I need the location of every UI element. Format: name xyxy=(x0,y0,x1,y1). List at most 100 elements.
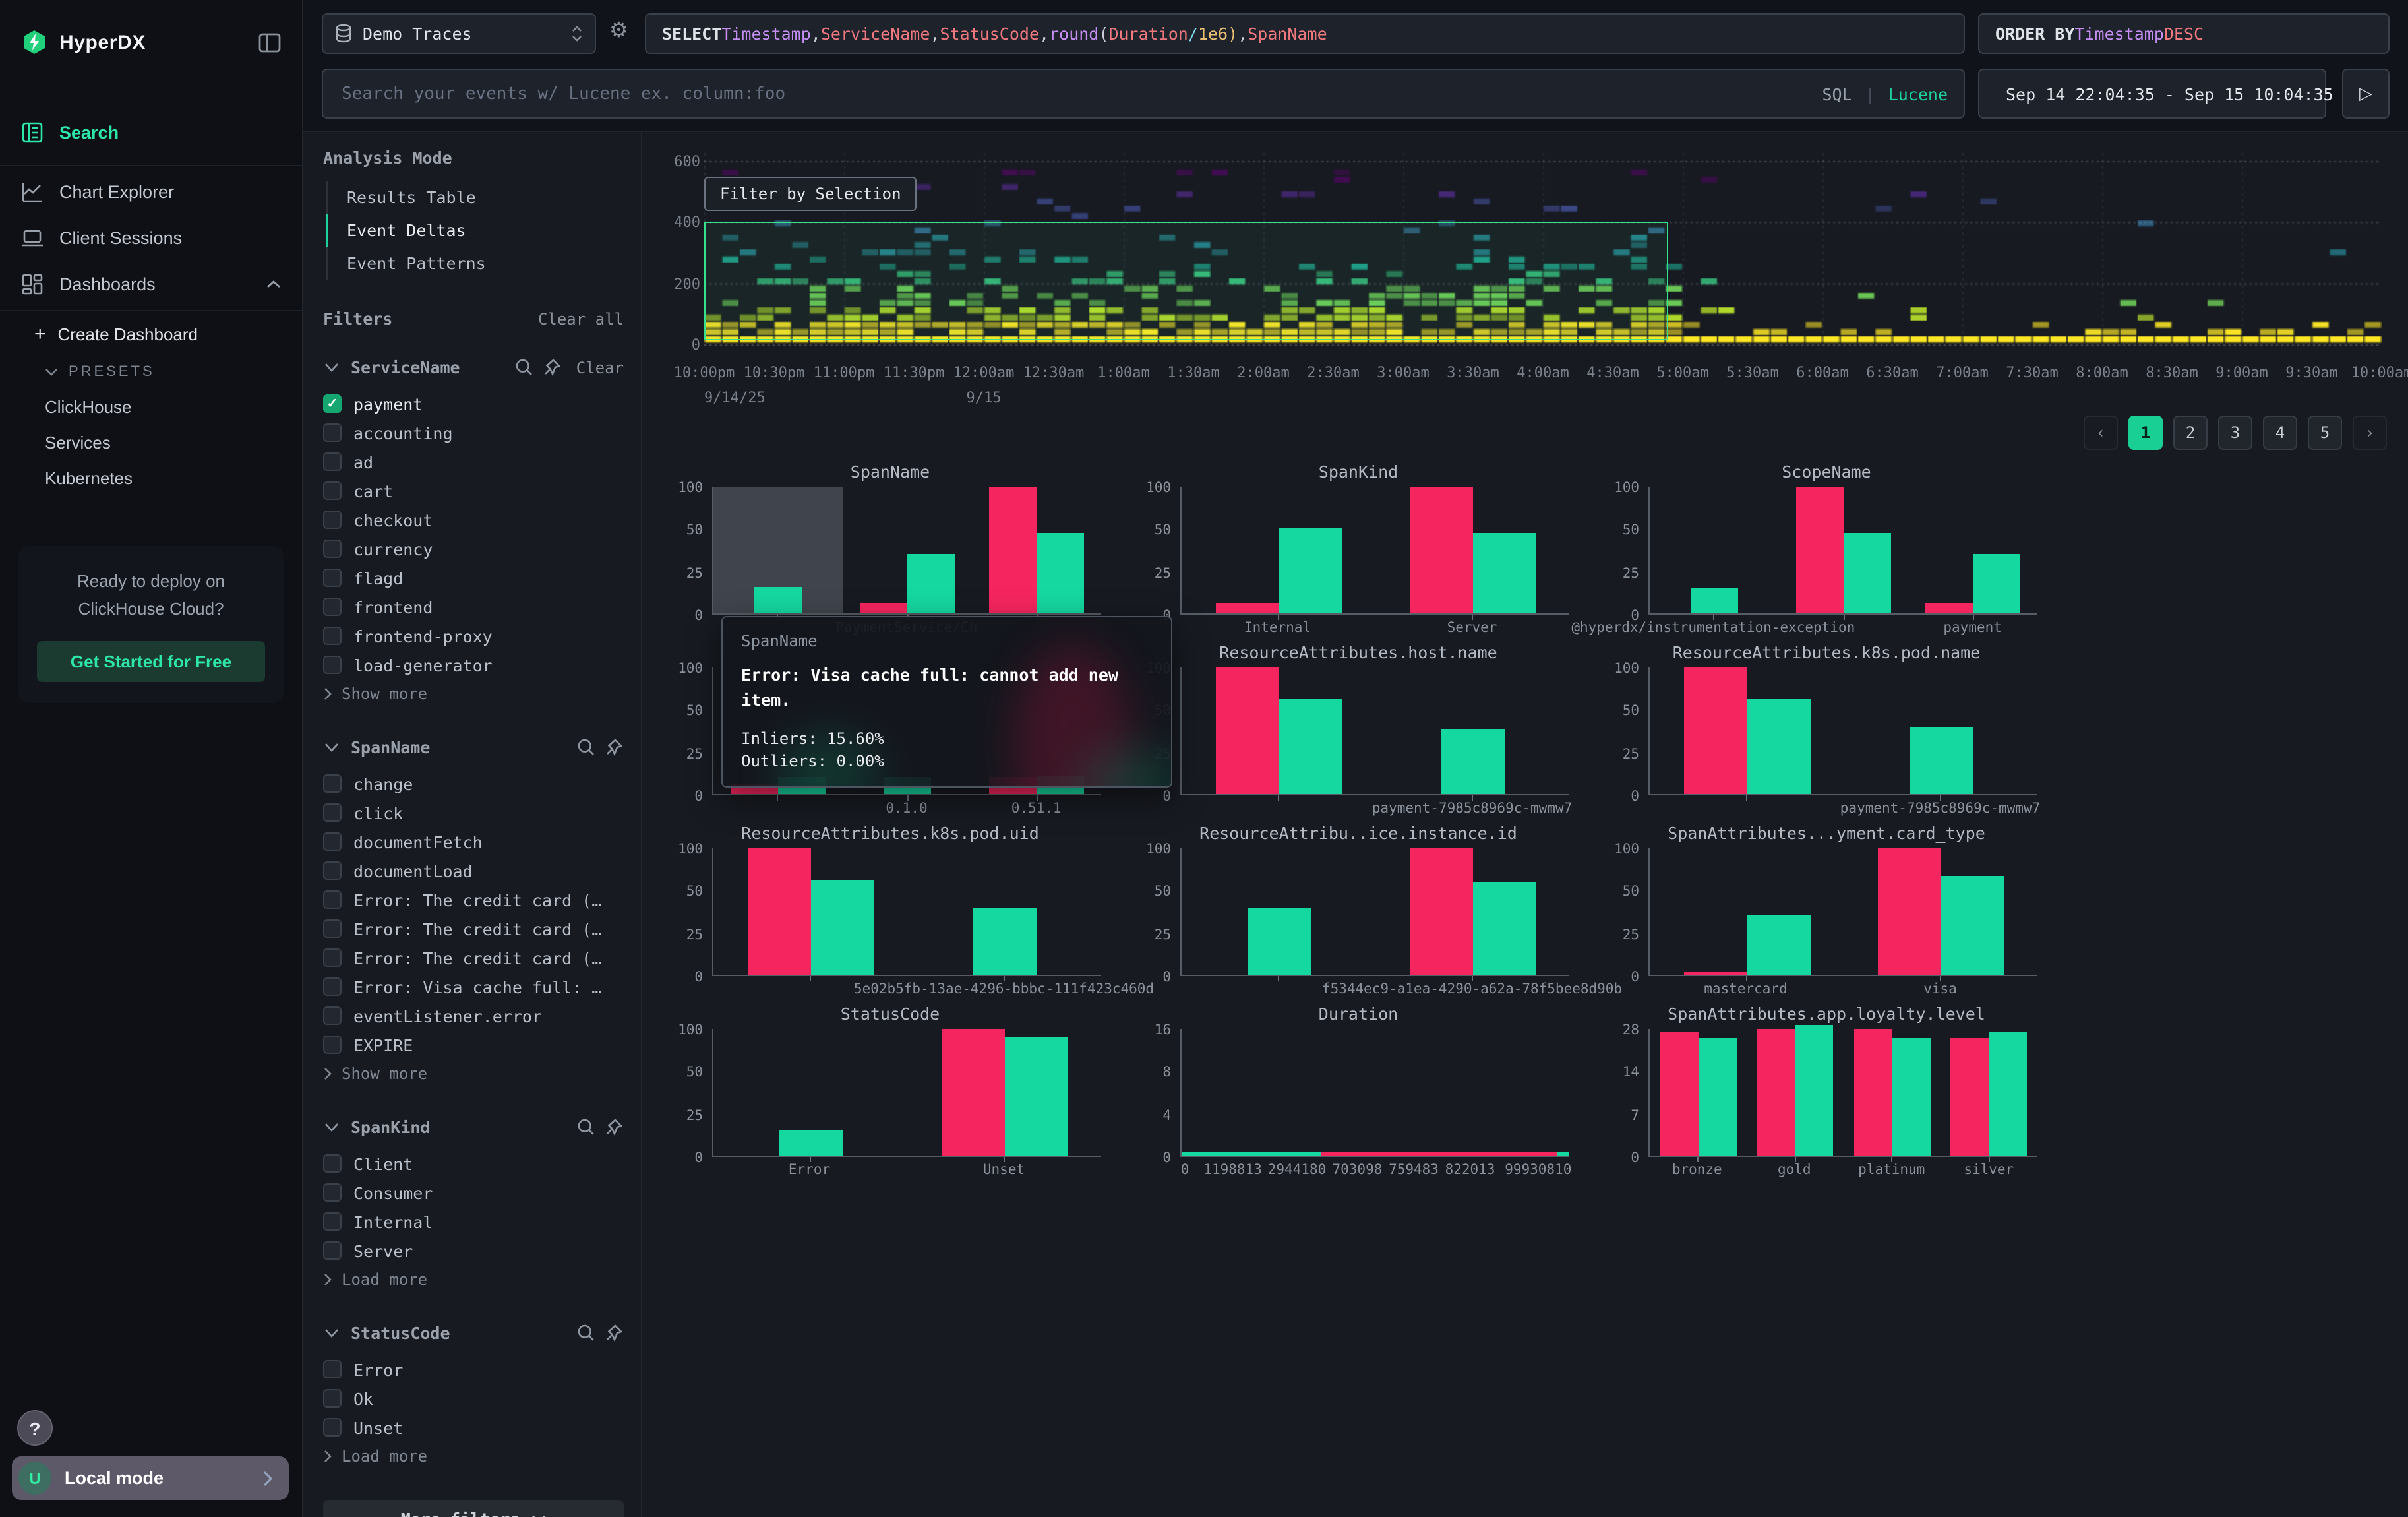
clear-all-button[interactable]: Clear all xyxy=(538,309,624,328)
inlier-bar[interactable] xyxy=(1909,727,1972,794)
select-clause-input[interactable]: SELECT Timestamp, ServiceName, StatusCod… xyxy=(645,13,1965,54)
source-select[interactable]: Demo Traces xyxy=(322,13,596,54)
heatmap-selection-region[interactable] xyxy=(704,222,1668,340)
checkbox[interactable] xyxy=(323,1006,342,1025)
sidebar-item-dashboards[interactable]: Dashboards xyxy=(0,261,302,307)
checkbox[interactable] xyxy=(323,511,342,529)
checkbox[interactable] xyxy=(323,598,342,616)
inlier-bar[interactable] xyxy=(1973,554,2020,613)
search-icon[interactable] xyxy=(578,738,596,757)
chart-plot[interactable] xyxy=(712,848,1101,976)
analysis-mode-tab-event-patterns[interactable]: Event Patterns xyxy=(326,247,624,280)
sidebar-item-search[interactable]: Search xyxy=(0,103,302,162)
outlier-bar[interactable] xyxy=(1660,1032,1699,1156)
chart-plot[interactable] xyxy=(1648,848,2037,976)
bar-group-internal[interactable] xyxy=(1182,487,1375,613)
inlier-bar[interactable] xyxy=(1699,1038,1737,1156)
page-next-button[interactable]: › xyxy=(2353,416,2387,450)
search-input[interactable] xyxy=(339,82,1809,105)
help-button[interactable]: ? xyxy=(17,1410,53,1446)
checkbox[interactable] xyxy=(323,1183,342,1202)
checkbox[interactable] xyxy=(323,569,342,587)
outlier-bar[interactable] xyxy=(1409,487,1472,613)
pin-icon[interactable] xyxy=(605,1324,624,1342)
inlier-bar[interactable] xyxy=(779,1130,842,1156)
inlier-bar[interactable] xyxy=(907,554,955,613)
bar-group-server[interactable] xyxy=(1375,487,1569,613)
checkbox[interactable] xyxy=(323,1154,342,1173)
checkbox[interactable] xyxy=(323,919,342,938)
page-button-1[interactable]: 1 xyxy=(2128,416,2163,450)
outlier-bar[interactable] xyxy=(989,487,1037,613)
chart-plot[interactable] xyxy=(712,1029,1101,1157)
filter-group-header-spanname[interactable]: SpanName xyxy=(323,737,624,757)
sidebar-item-chart-explorer[interactable]: Chart Explorer xyxy=(0,169,302,215)
checkbox[interactable] xyxy=(323,1036,342,1054)
bar-group[interactable] xyxy=(1182,667,1375,794)
inlier-bar[interactable] xyxy=(1747,915,1810,975)
checkbox[interactable] xyxy=(323,452,342,471)
analysis-mode-tab-results-table[interactable]: Results Table xyxy=(326,181,624,214)
outlier-bar[interactable] xyxy=(860,604,907,613)
inlier-bar[interactable] xyxy=(1844,532,1891,613)
filter-group-header-spankind[interactable]: SpanKind xyxy=(323,1117,624,1137)
filter-group-header-servicename[interactable]: ServiceNameClear xyxy=(323,357,624,377)
filter-option-error-the-credit-card-[interactable]: Error: The credit card (… xyxy=(323,885,624,914)
bar-group-5e02b5fb-13ae-4296-bbbc-111f423c460d[interactable] xyxy=(907,848,1101,975)
load-more-button[interactable]: Load more xyxy=(323,1265,624,1294)
show-more-button[interactable]: Show more xyxy=(323,679,624,708)
preset-clickhouse[interactable]: ClickHouse xyxy=(0,389,302,425)
filter-option-internal[interactable]: Internal xyxy=(323,1207,624,1236)
outlier-bar[interactable] xyxy=(1683,667,1747,794)
gear-icon[interactable]: ⚙ xyxy=(609,17,628,44)
page-prev-button[interactable]: ‹ xyxy=(2084,416,2118,450)
bar-group-mastercard[interactable] xyxy=(1650,848,1844,975)
filter-option-consumer[interactable]: Consumer xyxy=(323,1178,624,1207)
collapse-sidebar-icon[interactable] xyxy=(258,32,281,52)
search-icon[interactable] xyxy=(578,1324,596,1342)
outlier-bar[interactable] xyxy=(1683,972,1747,975)
bar-group-unset[interactable] xyxy=(907,1029,1101,1156)
inlier-bar[interactable] xyxy=(1941,876,2004,975)
filter-option-error-the-credit-card-[interactable]: Error: The credit card (… xyxy=(323,914,624,943)
checkbox[interactable] xyxy=(323,1360,342,1378)
filter-option-currency[interactable]: currency xyxy=(323,534,624,563)
chart-plot[interactable] xyxy=(1648,667,2037,795)
inlier-bar[interactable] xyxy=(1037,532,1084,613)
chart-plot[interactable] xyxy=(1180,1029,1569,1157)
chart-plot[interactable] xyxy=(1180,487,1569,615)
preset-kubernetes[interactable]: Kubernetes xyxy=(0,460,302,496)
filter-by-selection-button[interactable]: Filter by Selection xyxy=(704,177,917,211)
outlier-bar[interactable] xyxy=(1925,604,1973,613)
filter-option-documentload[interactable]: documentLoad xyxy=(323,856,624,885)
chart-plot[interactable] xyxy=(1648,487,2037,615)
filter-option-error-the-credit-card-[interactable]: Error: The credit card (… xyxy=(323,943,624,972)
inlier-bar[interactable] xyxy=(810,881,874,975)
checkbox[interactable] xyxy=(323,948,342,967)
analysis-mode-tab-event-deltas[interactable]: Event Deltas xyxy=(326,214,624,247)
filter-option-payment[interactable]: ✓payment xyxy=(323,389,624,418)
checkbox[interactable] xyxy=(323,423,342,442)
chart-plot[interactable] xyxy=(1180,667,1569,795)
filter-option-frontend-proxy[interactable]: frontend-proxy xyxy=(323,621,624,650)
checkbox[interactable] xyxy=(323,656,342,674)
inlier-bar[interactable] xyxy=(1472,882,1536,975)
filter-option-ad[interactable]: ad xyxy=(323,447,624,476)
checkbox[interactable] xyxy=(323,861,342,880)
page-button-3[interactable]: 3 xyxy=(2218,416,2252,450)
filter-option-expire[interactable]: EXPIRE xyxy=(323,1030,624,1059)
pin-icon[interactable] xyxy=(605,1118,624,1136)
bar-group-payment[interactable] xyxy=(1908,487,2037,613)
checkbox[interactable] xyxy=(323,803,342,822)
bar-group[interactable] xyxy=(972,487,1101,613)
bar-group-payment-7985c8969c-mwmw7[interactable] xyxy=(1375,667,1569,794)
inlier-bar[interactable] xyxy=(1795,1025,1834,1156)
outlier-bar[interactable] xyxy=(1757,1029,1795,1156)
bar-group[interactable] xyxy=(1182,848,1375,975)
bar-group-paymentservice-ch[interactable] xyxy=(843,487,972,613)
search-icon[interactable] xyxy=(516,358,534,377)
filter-option-ok[interactable]: Ok xyxy=(323,1384,624,1413)
pin-icon[interactable] xyxy=(605,738,624,757)
outlier-bar[interactable] xyxy=(941,1029,1004,1156)
filter-clear-button[interactable]: Clear xyxy=(576,358,624,377)
